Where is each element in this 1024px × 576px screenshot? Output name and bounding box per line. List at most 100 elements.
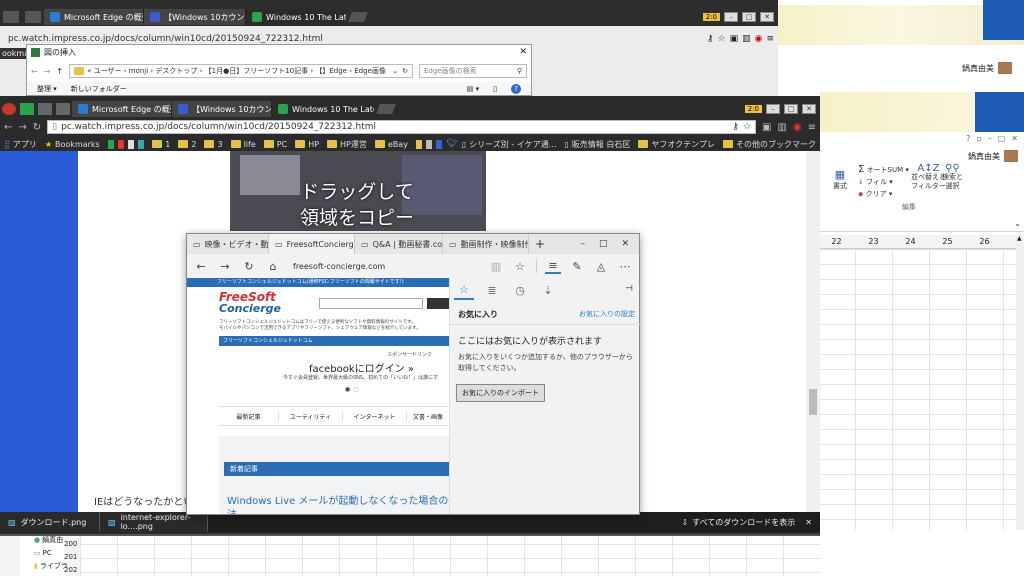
preview-pane-icon[interactable]: ▯ <box>493 85 497 93</box>
bookmark-sales-info[interactable]: ▯ 販売情報 白石区 <box>564 139 630 150</box>
maximize-button[interactable]: □ <box>742 12 756 22</box>
excel-scrollbar[interactable]: ▲ <box>1016 235 1024 576</box>
maximize-icon[interactable]: □ <box>599 239 608 249</box>
forward-icon[interactable]: → <box>217 258 233 274</box>
dot-icon[interactable]: ○ <box>353 386 358 393</box>
bookmark-yahoo-template[interactable]: ヤフオクテンプレ <box>638 139 715 150</box>
back-icon[interactable]: ← <box>31 67 38 76</box>
lastpass-icon[interactable]: ◉ <box>793 122 802 133</box>
back-icon[interactable]: ← <box>4 122 12 133</box>
extension-icon[interactable]: ▣ <box>762 122 771 133</box>
hub-favorites-icon[interactable]: ☆ <box>454 280 474 300</box>
view-options-icon[interactable]: ▤ ▾ <box>467 85 479 93</box>
column-header[interactable]: 26 <box>966 237 1003 246</box>
reload-icon[interactable]: ↻ <box>33 122 41 133</box>
import-favorites-button[interactable]: お気に入りのインポート <box>456 384 545 402</box>
bookmark-apps[interactable]: ⣿ アプリ <box>4 139 37 150</box>
clear-button[interactable]: ◆ クリア ▾ <box>858 189 892 199</box>
hub-history-icon[interactable]: ◷ <box>510 280 530 300</box>
refresh-icon[interactable]: ↻ <box>402 67 408 75</box>
close-button[interactable]: ✕ <box>802 104 816 114</box>
article-link-tail[interactable]: 法 <box>227 506 237 514</box>
dropdown-icon[interactable]: ⌄ <box>392 67 398 75</box>
tab-placeholder-icon[interactable] <box>38 103 52 115</box>
home-icon[interactable]: ⌂ <box>265 258 281 274</box>
dialog-search-input[interactable]: Edge画像の検索 ⚲ <box>419 64 527 78</box>
up-icon[interactable]: ↑ <box>56 67 63 76</box>
site-nav-item[interactable]: 文書・画像 <box>407 412 449 421</box>
bookmark-icon[interactable] <box>415 139 423 149</box>
bookmark-folder-3[interactable]: 3 <box>204 140 223 149</box>
scroll-up-icon[interactable]: ▲ <box>1017 235 1022 242</box>
hub-settings-link[interactable]: お気に入りの設定 <box>579 309 635 319</box>
extension-icon[interactable]: ▥ <box>777 122 786 133</box>
ribbon-display-icon[interactable]: ▫ <box>976 134 981 143</box>
favorite-star-icon[interactable]: ☆ <box>512 258 528 274</box>
menu-icon[interactable]: ≡ <box>808 122 816 133</box>
fill-button[interactable]: ↓ フィル ▾ <box>858 177 893 187</box>
bookmark-icon[interactable] <box>426 139 433 149</box>
bookmark-folder-ebay[interactable]: eBay <box>374 140 408 149</box>
share-icon[interactable]: ◬ <box>593 258 609 274</box>
extension-icon[interactable]: ▣ <box>730 34 739 44</box>
formula-expand-icon[interactable]: ⌄ <box>1014 219 1021 228</box>
find-select-button[interactable]: ⚲⚲ 検索と 選択 <box>942 164 963 191</box>
site-search-button[interactable] <box>427 298 449 309</box>
edge-tab-production[interactable]: ▭ 動画制作・映像制作 <box>443 234 529 254</box>
site-nav-item[interactable]: ユーティリティ <box>279 411 343 421</box>
key-icon[interactable]: ⚷ <box>707 34 714 44</box>
back-icon[interactable]: ← <box>193 258 209 274</box>
scrollbar-thumb[interactable] <box>809 389 817 415</box>
word-user-area[interactable]: 鍋真由美 <box>962 62 1012 74</box>
forward-icon[interactable]: → <box>44 67 51 76</box>
tab-placeholder-icon[interactable] <box>56 103 70 115</box>
close-icon[interactable]: ✕ <box>621 239 629 249</box>
formula-bar[interactable]: ⌄ <box>818 218 1024 232</box>
main-address-bar[interactable]: ▯ pc.watch.impress.co.jp/docs/column/win… <box>47 120 756 134</box>
format-button[interactable]: ▦ 書式 <box>833 168 847 191</box>
article-link[interactable]: Windows Live メールが起動しなくなった場合の修復 <box>227 492 449 507</box>
edge-tab-freesoft[interactable]: ▭ FreesoftConcierg ✕ <box>269 234 355 254</box>
tab-edge-overview[interactable]: Microsoft Edge の概要 - W × <box>44 9 144 25</box>
hub-reading-list-icon[interactable]: ≣ <box>482 280 502 300</box>
bookmark-other[interactable]: その他のブックマーク <box>723 139 816 150</box>
pocket-icon[interactable] <box>117 139 125 149</box>
edge-address-bar[interactable]: freesoft-concierge.com <box>289 259 480 273</box>
show-all-downloads[interactable]: ⇩ すべてのダウンロードを表示 ✕ <box>681 517 820 528</box>
close-icon[interactable]: ✕ <box>805 518 812 527</box>
close-icon[interactable]: ✕ <box>1011 134 1018 143</box>
site-search-input[interactable] <box>319 298 423 309</box>
tab-win10-countdown[interactable]: 【Windows 10カウントダウン】 × <box>144 9 246 25</box>
bookmark-folder-hp-admin[interactable]: HP運営 <box>327 139 367 150</box>
web-note-icon[interactable]: ✎ <box>569 258 585 274</box>
bookmark-folder-life[interactable]: life <box>230 140 256 149</box>
star-icon[interactable]: ☆ <box>743 122 751 132</box>
page-scrollbar[interactable] <box>806 151 820 513</box>
excel-grid[interactable] <box>818 249 1016 576</box>
bookmark-icon[interactable] <box>436 139 443 149</box>
dialog-breadcrumb[interactable]: « ユーザー › monji › デスクトップ › 【1月●日】フリーソフト10… <box>69 64 413 78</box>
dialog-close-icon[interactable]: ✕ <box>519 47 527 57</box>
carousel-dots[interactable]: ● ○ <box>345 386 359 393</box>
bookmark-folder-2[interactable]: 2 <box>178 140 196 149</box>
hub-icon[interactable]: ≡ <box>545 258 561 274</box>
refresh-icon[interactable]: ↻ <box>241 258 257 274</box>
column-header[interactable]: 23 <box>855 237 892 246</box>
dot-active-icon[interactable]: ● <box>345 386 350 393</box>
star-icon[interactable]: ☆ <box>717 34 725 44</box>
bookmark-ikea-series[interactable]: ▯ シリーズ別 - イケア通... <box>462 139 557 150</box>
tab-placeholder-icon[interactable] <box>20 103 34 115</box>
site-logo[interactable]: FreeSoft Concierge <box>219 291 281 314</box>
tab-win10-latest[interactable]: Windows 10 The Latest × <box>246 9 346 25</box>
forward-icon[interactable]: → <box>18 122 26 133</box>
key-icon[interactable]: ⚷ <box>732 122 739 132</box>
extension-icon[interactable]: ▥ <box>742 34 751 44</box>
tree-item-library[interactable]: ▮ ライブラ <box>34 560 68 573</box>
menu-icon[interactable]: ≡ <box>766 34 774 44</box>
hub-downloads-icon[interactable]: ⇣ <box>538 280 558 300</box>
bookmark-icon[interactable] <box>138 139 145 149</box>
tab-placeholder-icon[interactable] <box>3 11 19 23</box>
download-item[interactable]: ▨ ダウンロード.png <box>0 512 100 532</box>
excel-user-area[interactable]: 鍋真由美 <box>968 150 1018 162</box>
edge-tab-qa[interactable]: ▭ Q&A | 動画秘書.com <box>355 234 443 254</box>
